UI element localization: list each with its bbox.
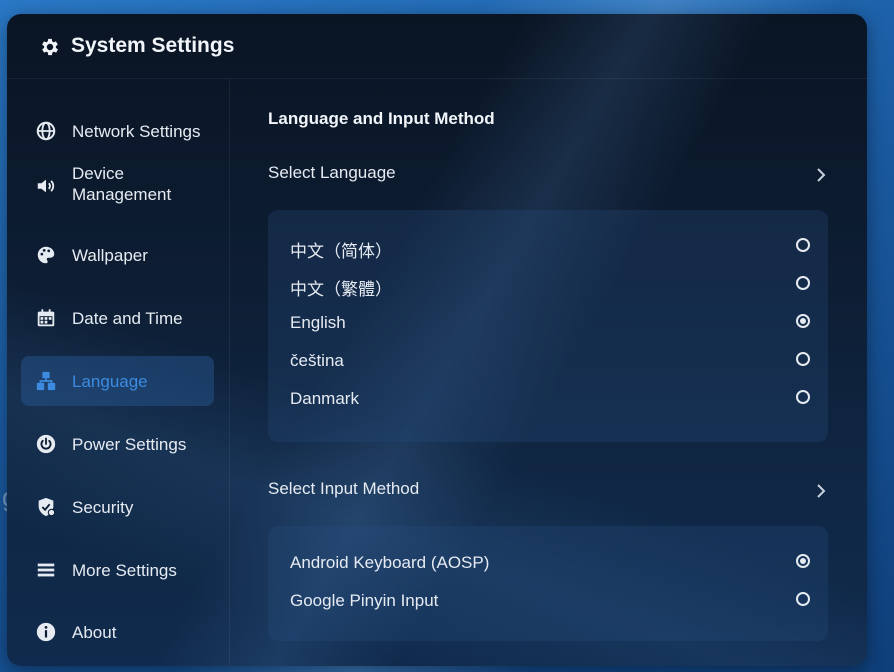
radio-button-selected[interactable]	[796, 554, 810, 568]
radio-button-selected[interactable]	[796, 314, 810, 328]
sidebar-item-label: Wallpaper	[72, 246, 148, 265]
input-method-option-label: Android Keyboard (AOSP)	[290, 553, 490, 572]
calendar-icon	[35, 307, 57, 329]
chevron-right-icon	[814, 481, 828, 501]
radio-button[interactable]	[796, 352, 810, 366]
radio-button[interactable]	[796, 276, 810, 290]
main-content: Language and Input Method Select Languag…	[230, 79, 867, 666]
sidebar-item-label: Date and Time	[72, 309, 183, 328]
sidebar-item-label: About	[72, 623, 117, 642]
sidebar-item-language[interactable]: Language	[21, 356, 214, 406]
sidebar-item-power-settings[interactable]: Power Settings	[21, 419, 214, 469]
palette-icon	[35, 244, 57, 266]
radio-button[interactable]	[796, 390, 810, 404]
sidebar-item-label: More Settings	[72, 561, 177, 580]
select-input-method-label: Select Input Method	[268, 479, 420, 498]
language-option[interactable]: 中文（繁體）	[290, 270, 810, 300]
select-language-label: Select Language	[268, 163, 396, 182]
chevron-right-icon	[814, 165, 828, 185]
sidebar-item-label: Security	[72, 498, 134, 517]
power-icon	[35, 433, 57, 455]
title-bar: System Settings	[7, 14, 867, 79]
language-option[interactable]: čeština	[290, 346, 810, 376]
sidebar-item-label: Device Management	[72, 164, 172, 204]
sidebar-item-date-and-time[interactable]: Date and Time	[21, 293, 214, 343]
list-icon	[35, 559, 57, 581]
shield-icon	[35, 496, 57, 518]
sidebar: Network Settings Device Management Wallp…	[7, 79, 230, 666]
language-icon	[35, 370, 57, 392]
sidebar-item-device-management[interactable]: Device Management	[21, 157, 214, 213]
sidebar-item-about[interactable]: About	[21, 607, 214, 657]
gear-icon	[39, 36, 61, 58]
language-option[interactable]: 中文（简体）	[290, 232, 810, 262]
language-option[interactable]: Danmark	[290, 384, 810, 414]
language-option-label: čeština	[290, 351, 344, 370]
settings-window: System Settings Network Settings Device …	[7, 14, 867, 666]
language-option[interactable]: English	[290, 308, 810, 338]
sidebar-item-security[interactable]: Security	[21, 482, 214, 532]
sidebar-item-label: Network Settings	[72, 122, 201, 141]
input-method-options-card: Android Keyboard (AOSP) Google Pinyin In…	[268, 526, 828, 641]
info-icon	[35, 621, 57, 643]
input-method-option[interactable]: Android Keyboard (AOSP)	[290, 548, 810, 578]
sidebar-item-more-settings[interactable]: More Settings	[21, 545, 214, 595]
sidebar-item-network-settings[interactable]: Network Settings	[21, 106, 214, 156]
radio-button[interactable]	[796, 238, 810, 252]
language-options-card: 中文（简体） 中文（繁體） English čeština Danmark	[268, 210, 828, 442]
select-language-row[interactable]: Select Language	[268, 163, 828, 193]
select-input-method-row[interactable]: Select Input Method	[268, 479, 828, 509]
input-method-option[interactable]: Google Pinyin Input	[290, 586, 810, 616]
globe-icon	[35, 120, 57, 142]
window-title: System Settings	[71, 34, 235, 57]
language-option-label: English	[290, 313, 346, 332]
input-method-option-label: Google Pinyin Input	[290, 591, 439, 610]
speaker-icon	[35, 175, 57, 197]
sidebar-item-wallpaper[interactable]: Wallpaper	[21, 230, 214, 280]
sidebar-item-label: Power Settings	[72, 435, 187, 454]
language-option-label: 中文（繁體）	[290, 280, 392, 299]
sidebar-item-label: Language	[72, 372, 148, 391]
radio-button[interactable]	[796, 592, 810, 606]
section-heading: Language and Input Method	[268, 109, 495, 128]
language-option-label: Danmark	[290, 389, 359, 408]
language-option-label: 中文（简体）	[290, 242, 392, 261]
